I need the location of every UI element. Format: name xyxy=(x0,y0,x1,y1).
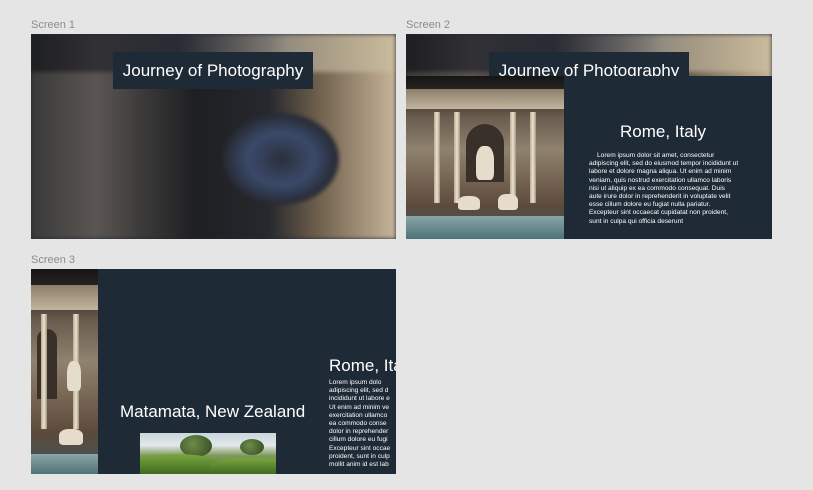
city-title-rome: Rome, Ita xyxy=(329,356,396,375)
city-description: Lorem ipsum dolo adipiscing elit, sed d … xyxy=(329,379,396,474)
frame-label-screen-3[interactable]: Screen 3 xyxy=(31,254,75,266)
hero-title-box: Journey of Photography xyxy=(113,52,313,89)
description-line: ea commodo conse xyxy=(329,420,387,428)
description-line: mollit anim id est lab xyxy=(329,461,389,469)
screen-2-frame[interactable]: Journey of Photography Rome, Italy Lorem… xyxy=(406,34,772,239)
description-line: dolor in reprehender xyxy=(329,428,389,436)
frame-label-screen-2[interactable]: Screen 2 xyxy=(406,19,450,31)
description-line: incididunt ut labore e xyxy=(329,395,390,403)
description-line: cillum dolore eu fugi xyxy=(329,436,388,444)
trevi-fountain-image xyxy=(31,269,98,474)
description-line: Excepteur sint occae xyxy=(329,444,391,452)
screen-1-frame[interactable]: Journey of Photography xyxy=(31,34,396,239)
description-line: Ut enim ad minim ve xyxy=(329,403,390,411)
description-line: Lorem ipsum dolo xyxy=(329,379,382,386)
rome-info-panel: Rome, Italy Lorem ipsum dolor sit amet, … xyxy=(564,76,772,239)
city-title: Rome, Italy xyxy=(620,122,706,141)
city-title-matamata: Matamata, New Zealand xyxy=(120,402,306,421)
matamata-landscape-image xyxy=(140,433,276,474)
trevi-fountain-image xyxy=(406,76,564,239)
screen-3-frame[interactable]: Matamata, New Zealand Rome, Ita Lorem ip… xyxy=(31,269,396,474)
description-line: adipiscing elit, sed d xyxy=(329,387,389,395)
frame-label-screen-1[interactable]: Screen 1 xyxy=(31,19,75,31)
screen-3-panel: Matamata, New Zealand Rome, Ita Lorem ip… xyxy=(98,269,396,474)
description-line: proident, sunt in culp xyxy=(329,452,390,460)
description-line: exercitation ullamco xyxy=(329,411,388,419)
hero-title: Journey of Photography xyxy=(122,60,304,80)
city-description: Lorem ipsum dolor sit amet, consectetur … xyxy=(589,152,739,225)
